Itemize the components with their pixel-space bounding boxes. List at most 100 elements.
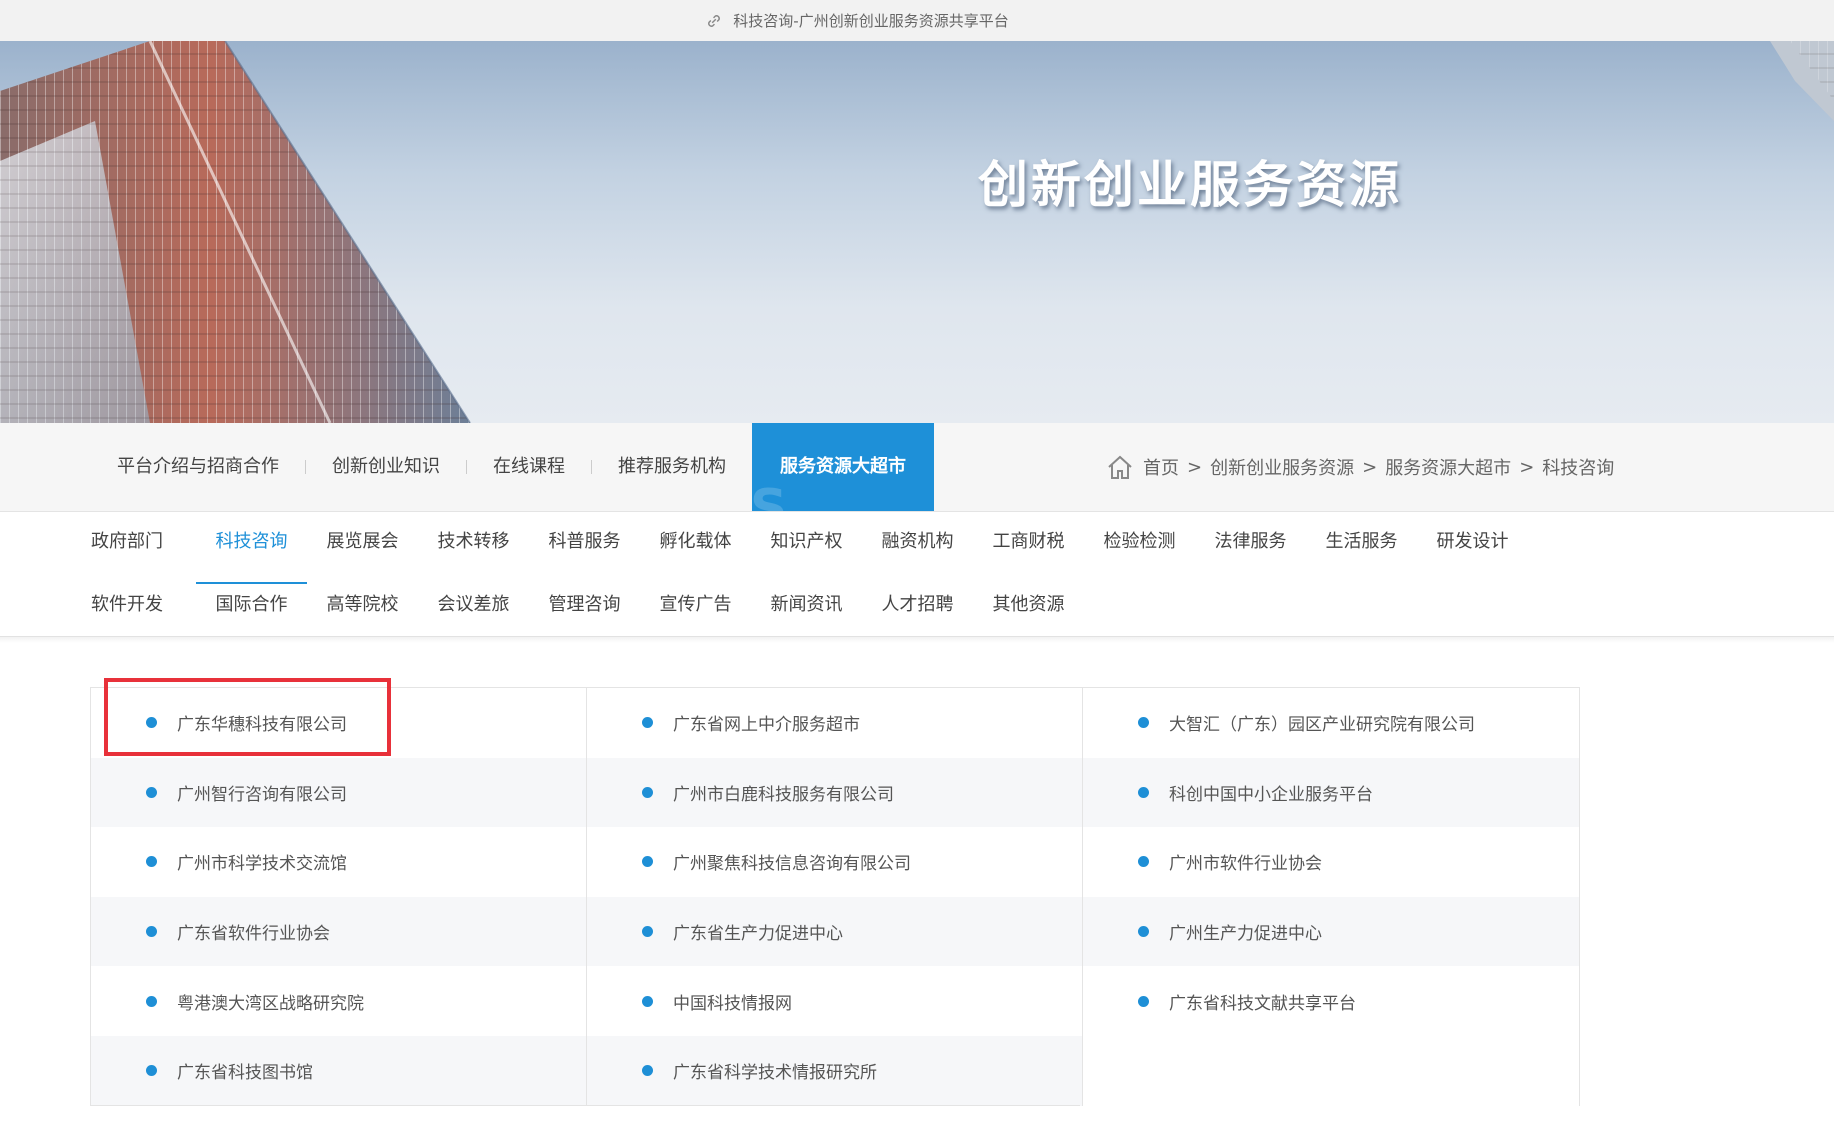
breadcrumb-resource-supermarket[interactable]: 服务资源大超市 [1385,454,1511,480]
empty-cell [1083,1035,1579,1106]
bullet-dot [1138,856,1149,868]
main-nav: 平台介绍与招商合作 创新创业知识 在线课程 推荐服务机构 服务资源大超市 S 首… [0,423,1834,512]
resource-name: 科创中国中小企业服务平台 [1169,784,1373,805]
resource-item[interactable]: 广东省科技图书馆 [91,1035,587,1106]
category-row: 政府部门 科技咨询 展览展会 技术转移 科普服务 孵化载体 知识产权 融资机构 … [91,511,1591,584]
resource-name: 广州聚焦科技信息咨询有限公司 [673,854,911,875]
nav-item-label: 服务资源大超市 [780,456,906,477]
bullet-dot [1138,995,1149,1007]
nav-item-platform-intro[interactable]: 平台介绍与招商合作 [91,423,305,511]
nav-item-innovation-knowledge[interactable]: 创新创业知识 [306,423,466,511]
resource-name: 广州生产力促进中心 [1169,924,1322,945]
home-icon [1108,455,1132,479]
nav-item-resource-supermarket[interactable]: 服务资源大超市 S [752,423,934,511]
window-title-bar: 科技咨询-广州创新创业服务资源共享平台 [0,0,1834,42]
bullet-dot [146,856,157,868]
category-incubators[interactable]: 孵化载体 [640,511,751,572]
category-tech-transfer[interactable]: 技术转移 [418,511,529,572]
nav-item-online-courses[interactable]: 在线课程 [467,423,591,511]
page-title: 科技咨询-广州创新创业服务资源共享平台 [733,12,1009,30]
resource-item[interactable]: 广州市白鹿科技服务有限公司 [587,757,1083,828]
bullet-dot [642,717,653,729]
resource-item[interactable]: 广州智行咨询有限公司 [91,757,587,828]
banner-title: 创新创业服务资源 [978,156,1402,214]
category-government[interactable]: 政府部门 [91,511,196,572]
resource-name: 大智汇（广东）园区产业研究院有限公司 [1169,715,1475,736]
resource-item[interactable]: 广州聚焦科技信息咨询有限公司 [587,827,1083,897]
resource-row: 粤港澳大湾区战略研究院 中国科技情报网 广东省科技文献共享平台 [91,966,1579,1036]
skyscraper-image [0,41,1834,423]
bullet-dot [1138,717,1149,729]
category-science-popularization[interactable]: 科普服务 [529,511,640,572]
bullet-dot [642,786,653,798]
resource-item[interactable]: 科创中国中小企业服务平台 [1083,758,1579,828]
link-icon [708,14,721,27]
resource-item[interactable]: 广东省网上中介服务超市 [587,688,1083,758]
resource-name: 广东省科技文献共享平台 [1169,993,1356,1014]
nav-item-recommended-agencies[interactable]: 推荐服务机构 [592,423,752,511]
category-recruitment[interactable]: 人才招聘 [862,574,973,635]
grid-border [90,1105,1080,1106]
category-rd-design[interactable]: 研发设计 [1417,511,1528,572]
category-exhibitions[interactable]: 展览展会 [307,511,418,572]
bullet-dot [146,786,157,798]
resource-row: 广东省科技图书馆 广东省科学技术情报研究所 [91,1035,1579,1106]
category-tabs: 政府部门 科技咨询 展览展会 技术转移 科普服务 孵化载体 知识产权 融资机构 … [91,511,1591,637]
hero-banner: 创新创业服务资源 [0,41,1834,423]
resource-row: 广东省软件行业协会 广东省生产力促进中心 广州生产力促进中心 [91,896,1579,967]
resource-name: 中国科技情报网 [673,993,792,1014]
resource-item[interactable]: 广东省软件行业协会 [91,896,587,967]
category-universities[interactable]: 高等院校 [307,574,418,635]
decorative-icon: S [752,479,788,511]
resource-name: 广州智行咨询有限公司 [177,784,347,805]
bullet-dot [1138,786,1149,798]
breadcrumb-home[interactable]: 首页 [1143,454,1179,480]
category-ip[interactable]: 知识产权 [751,511,862,572]
category-financing[interactable]: 融资机构 [862,511,973,572]
resource-item[interactable]: 广东省科技文献共享平台 [1083,966,1579,1036]
resource-item[interactable]: 大智汇（广东）园区产业研究院有限公司 [1083,688,1579,758]
resource-name: 广州市科学技术交流馆 [177,854,347,875]
category-row: 软件开发 国际合作 高等院校 会议差旅 管理咨询 宣传广告 新闻资讯 人才招聘 … [91,574,1591,637]
resource-item[interactable]: 广州市软件行业协会 [1083,827,1579,897]
category-management-consulting[interactable]: 管理咨询 [529,574,640,635]
breadcrumb-separator: > [1187,456,1203,478]
breadcrumb-separator: > [1519,456,1535,478]
category-software[interactable]: 软件开发 [91,574,196,635]
resource-name: 粤港澳大湾区战略研究院 [177,993,364,1014]
resource-item[interactable]: 中国科技情报网 [587,966,1083,1036]
resource-item[interactable]: 粤港澳大湾区战略研究院 [91,966,587,1036]
highlight-annotation [104,678,391,756]
category-conference-travel[interactable]: 会议差旅 [418,574,529,635]
resource-name: 广东省生产力促进中心 [673,924,843,945]
resource-item[interactable]: 广州市科学技术交流馆 [91,827,587,897]
category-tax[interactable]: 工商财税 [973,511,1084,572]
bullet-dot [642,926,653,938]
category-life-services[interactable]: 生活服务 [1306,511,1417,572]
resource-name: 广东省网上中介服务超市 [673,715,860,736]
category-international[interactable]: 国际合作 [196,574,307,635]
category-tech-consulting[interactable]: 科技咨询 [196,511,307,584]
breadcrumb: 首页 > 创新创业服务资源 > 服务资源大超市 > 科技咨询 [1105,423,1614,511]
category-testing[interactable]: 检验检测 [1084,511,1195,572]
resource-name: 广东省科技图书馆 [177,1063,313,1084]
bullet-dot [1138,926,1149,938]
bullet-dot [642,995,653,1007]
resource-item[interactable]: 广东省科学技术情报研究所 [587,1035,1083,1106]
breadcrumb-innovation-resources[interactable]: 创新创业服务资源 [1210,454,1354,480]
resource-name: 广州市软件行业协会 [1169,854,1322,875]
bullet-dot [642,1065,653,1077]
category-advertising[interactable]: 宣传广告 [640,574,751,635]
category-news[interactable]: 新闻资讯 [751,574,862,635]
resource-item[interactable]: 广州生产力促进中心 [1083,897,1579,967]
resource-row: 广州市科学技术交流馆 广州聚焦科技信息咨询有限公司 广州市软件行业协会 [91,827,1579,897]
resource-item[interactable]: 广东省生产力促进中心 [587,896,1083,967]
bullet-dot [642,856,653,868]
category-legal[interactable]: 法律服务 [1195,511,1306,572]
breadcrumb-separator: > [1362,456,1378,478]
bullet-dot [146,1065,157,1077]
divider-shadow [0,637,1834,643]
resource-name: 广东省科学技术情报研究所 [673,1063,877,1084]
category-other[interactable]: 其他资源 [973,574,1084,635]
resource-name: 广东省软件行业协会 [177,924,330,945]
